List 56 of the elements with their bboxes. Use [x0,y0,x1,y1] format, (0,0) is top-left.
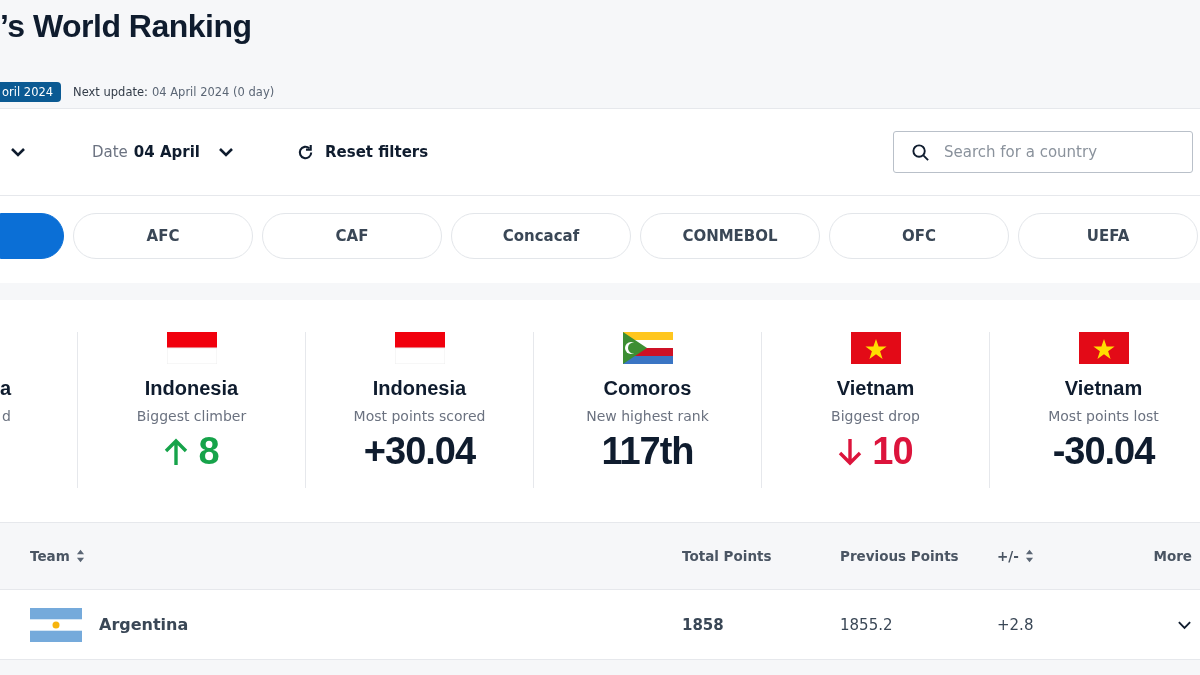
flag-icon [622,332,673,364]
date-label: Date [92,143,128,161]
stat-value: +30.04 [363,430,476,473]
stat-caption: Biggest climber [136,408,247,424]
confederation-tab[interactable]: OFC [829,213,1009,259]
country-name: Indonesia [144,377,239,400]
stat-value: 117th [601,430,694,473]
country-name: a [0,377,13,400]
points-change: +2.8 [997,615,1034,634]
date-dropdown[interactable]: 04 April [133,143,200,161]
stat-caption: d [2,408,12,424]
arrow-up-icon [164,436,189,467]
date-badge: oril 2024 [0,82,62,102]
team-name[interactable]: Argentina [99,615,189,634]
page-title: ’s World Ranking [0,7,253,46]
stat-caption: New highest rank [586,408,709,424]
column-header[interactable]: Team [30,548,85,564]
total-points: 1858 [682,615,724,634]
confederation-tab[interactable]: UEFA [1018,213,1198,259]
country-name: Vietnam [1064,377,1143,400]
stat-caption: Most points lost [1048,408,1159,424]
search-field[interactable]: Search for a country [893,131,1193,173]
flag-icon [850,332,901,364]
stat-caption: Most points scored [353,408,486,424]
reset-filters-button[interactable]: Reset filters [325,143,429,161]
chevron-down-icon[interactable] [10,147,26,157]
confederation-tab[interactable]: Concacaf [451,213,631,259]
column-header[interactable]: Previous Points [840,548,959,564]
confederation-tab[interactable] [0,213,64,259]
next-update-date: 04 April 2024 (0 day) [151,85,275,99]
flag-icon [30,607,82,642]
search-icon [911,143,930,162]
stat-caption: Biggest drop [831,408,920,424]
confederation-tab[interactable]: CAF [262,213,442,259]
stat-value: 10 [872,430,913,473]
previous-points: 1855.2 [840,615,893,634]
arrow-down-icon [838,436,863,467]
column-header[interactable]: +/- [997,548,1034,564]
column-header[interactable]: Total Points [682,548,772,564]
stat-value: -30.04 [1052,430,1155,473]
confederation-tab[interactable]: AFC [73,213,253,259]
country-name: Vietnam [836,377,915,400]
flag-icon [166,332,217,364]
column-header[interactable]: More [1153,548,1192,564]
flag-icon [394,332,445,364]
next-update-label: Next update: [73,85,148,99]
chevron-down-icon[interactable] [218,147,234,157]
sort-icon[interactable] [1024,548,1034,564]
reset-icon[interactable] [296,142,315,162]
stat-value: 8 [198,430,219,473]
flag-icon [1078,332,1129,364]
country-name: Indonesia [372,377,467,400]
expand-icon[interactable] [1177,619,1192,630]
confederation-tab[interactable]: CONMEBOL [640,213,820,259]
country-name: Comoros [603,377,692,400]
sort-icon[interactable] [75,548,85,564]
